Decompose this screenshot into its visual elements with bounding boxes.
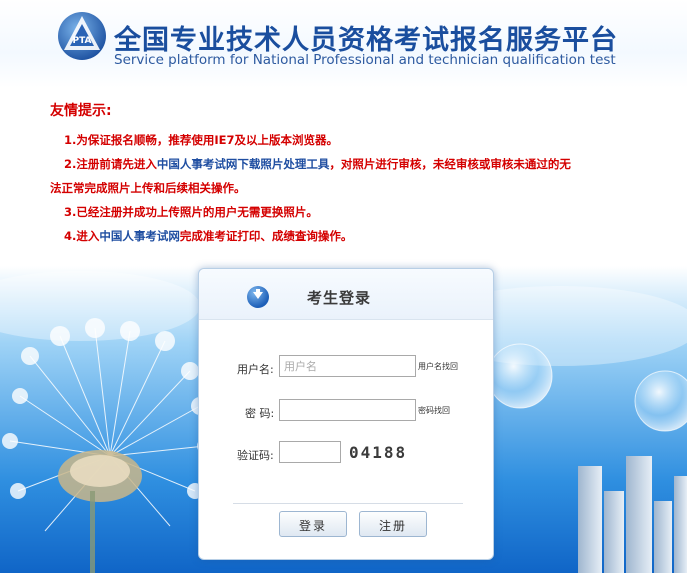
cpta-link-2[interactable]: 中国人事考试网 (99, 229, 180, 243)
pta-logo-icon: PTA (58, 12, 106, 60)
username-label: 用户名: (237, 363, 274, 376)
captcha-image[interactable]: 04188 (345, 441, 419, 465)
cpta-link[interactable]: 中国人事考试网 (157, 157, 238, 171)
notice-section: 友情提示: 1.为保证报名顺畅，推荐使用IE7及以上版本浏览器。 2.注册前请先… (50, 100, 670, 248)
notice-item-2-post: ，对照片进行审核，未经审核或审核未通过的无 (329, 157, 571, 171)
login-panel: 考生登录 用户名: 用户名找回 密 码: 密码找回 验证码: 04188 登录 … (198, 268, 494, 560)
download-arrow-icon (247, 286, 269, 308)
captcha-text: 04188 (349, 443, 408, 462)
site-title-en: Service platform for National Profession… (114, 52, 616, 68)
notice-item-1: 1.为保证报名顺畅，推荐使用IE7及以上版本浏览器。 (64, 133, 339, 147)
notice-title: 友情提示: (50, 103, 112, 119)
password-recover-link[interactable]: 密码找回 (418, 405, 450, 416)
panel-divider (233, 503, 463, 504)
notice-item-4: 4.进入中国人事考试网完成准考证打印、成绩查询操作。 (50, 224, 670, 248)
login-title: 考生登录 (307, 289, 372, 307)
login-panel-header: 考生登录 (199, 269, 493, 320)
site-header: PTA 全国专业技术人员资格考试报名服务平台 Service platform … (0, 0, 687, 88)
login-button[interactable]: 登录 (279, 511, 347, 537)
logo-text: PTA (72, 36, 91, 46)
password-label: 密 码: (245, 407, 275, 420)
download-tool-link[interactable]: 下载照片处理工具 (237, 157, 329, 171)
password-input[interactable] (279, 399, 416, 421)
notice-item-4-post: 完成准考证打印、成绩查询操作。 (179, 229, 353, 243)
notice-item-2: 2.注册前请先进入中国人事考试网下载照片处理工具，对照片进行审核，未经审核或审核… (50, 152, 670, 176)
register-button[interactable]: 注册 (359, 511, 427, 537)
notice-item-2-cont: 法正常完成照片上传和后续相关操作。 (50, 181, 246, 195)
captcha-label: 验证码: (237, 449, 274, 462)
notice-item-4-pre: 4.进入 (64, 229, 100, 243)
notice-item-3: 3.已经注册并成功上传照片的用户无需更换照片。 (64, 205, 318, 219)
captcha-input[interactable] (279, 441, 341, 463)
notice-item-2-pre: 2.注册前请先进入 (64, 157, 157, 171)
username-recover-link[interactable]: 用户名找回 (418, 361, 458, 372)
username-input[interactable] (279, 355, 416, 377)
